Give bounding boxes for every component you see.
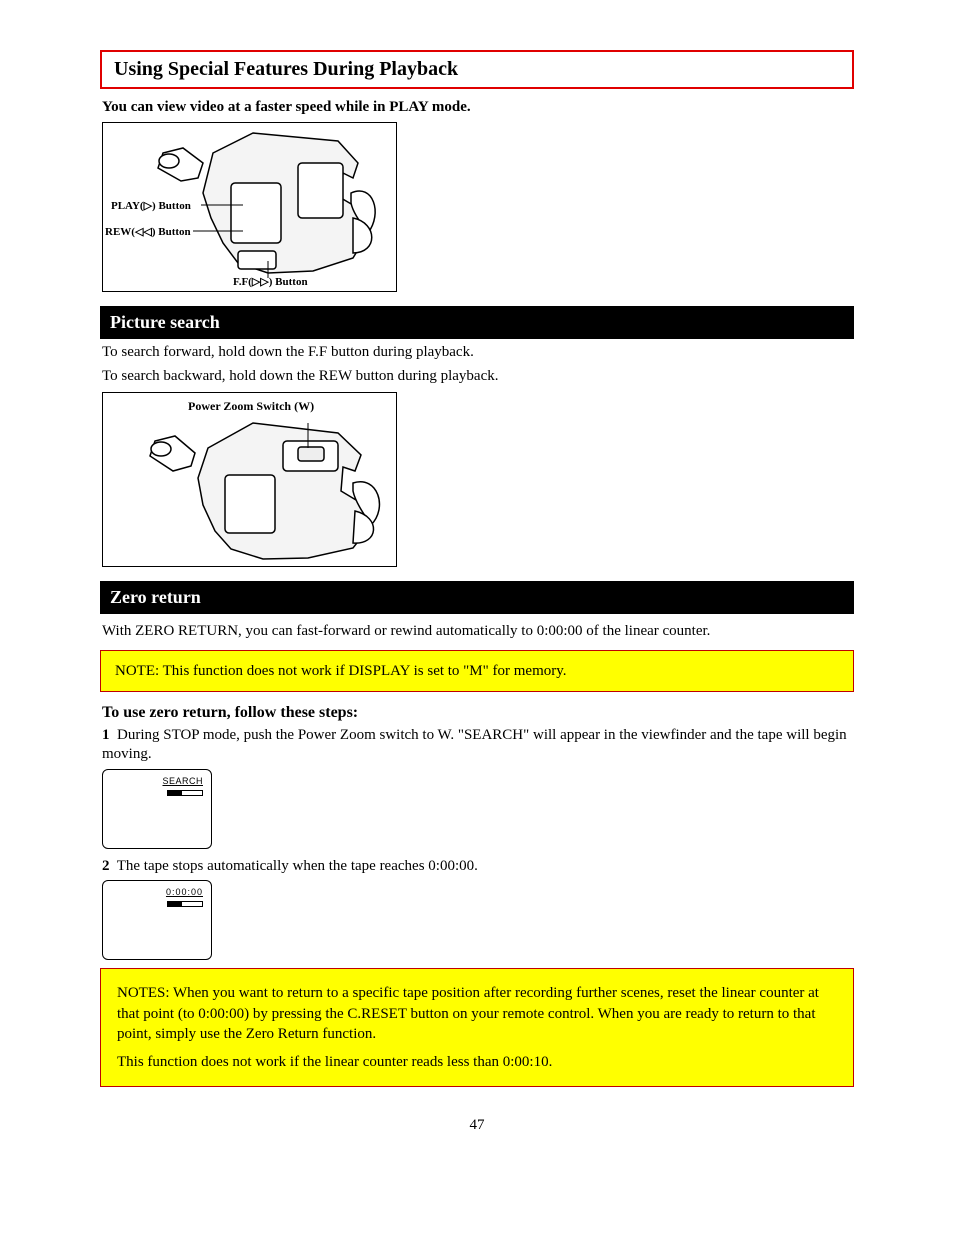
- play-button-label: PLAY(▷) Button: [111, 199, 191, 212]
- zero-return-intro: With ZERO RETURN, you can fast-forward o…: [102, 622, 884, 642]
- picture-search-backward: To search backward, hold down the REW bu…: [102, 367, 884, 387]
- viewfinder-progress-fill-1: [168, 791, 182, 795]
- step-1-number: 1: [102, 727, 110, 743]
- viewfinder-search: SEARCH: [102, 769, 212, 849]
- ff-button-label: F.F(▷▷) Button: [233, 275, 308, 288]
- note-display-m-text: NOTE: This function does not work if DIS…: [115, 663, 567, 679]
- note-creset-p2: This function does not work if the linea…: [117, 1052, 837, 1072]
- step-2-text: The tape stops automatically when the ta…: [117, 858, 478, 874]
- figure-camcorder-buttons: PLAY(▷) Button REW(◁◁) Button F.F(▷▷) Bu…: [102, 122, 397, 292]
- section-title-text: Using Special Features During Playback: [114, 58, 458, 80]
- heading-zero-return: Zero return: [100, 581, 854, 614]
- viewfinder-progress-bar-2: [167, 901, 203, 907]
- section-title-box: Using Special Features During Playback: [100, 50, 854, 89]
- step-2: 2 The tape stops automatically when the …: [102, 857, 884, 877]
- picture-search-forward: To search forward, hold down the F.F but…: [102, 343, 884, 363]
- viewfinder-progress-fill-2: [168, 902, 182, 906]
- step-1: 1 During STOP mode, push the Power Zoom …: [102, 726, 884, 765]
- rew-button-label: REW(◁◁) Button: [105, 225, 191, 238]
- step-1-text: During STOP mode, push the Power Zoom sw…: [102, 727, 847, 763]
- viewfinder-progress-bar-1: [167, 790, 203, 796]
- zero-return-steps-heading: To use zero return, follow these steps:: [102, 704, 884, 722]
- figure-camcorder-zoom: Power Zoom Switch (W): [102, 392, 397, 567]
- step-2-number: 2: [102, 858, 110, 874]
- heading-picture-search: Picture search: [100, 306, 854, 339]
- power-zoom-label: Power Zoom Switch (W): [188, 399, 314, 414]
- note-display-m: NOTE: This function does not work if DIS…: [100, 650, 854, 692]
- viewfinder-counter-label: 0:00:00: [166, 887, 203, 897]
- viewfinder-search-label: SEARCH: [162, 776, 203, 786]
- viewfinder-counter: 0:00:00: [102, 880, 212, 960]
- note-creset-p1: NOTES: When you want to return to a spec…: [117, 983, 837, 1044]
- camcorder-illustration-2: [103, 393, 398, 568]
- page-number: 47: [70, 1117, 884, 1134]
- note-creset: NOTES: When you want to return to a spec…: [100, 968, 854, 1087]
- intro-line: You can view video at a faster speed whi…: [102, 99, 884, 116]
